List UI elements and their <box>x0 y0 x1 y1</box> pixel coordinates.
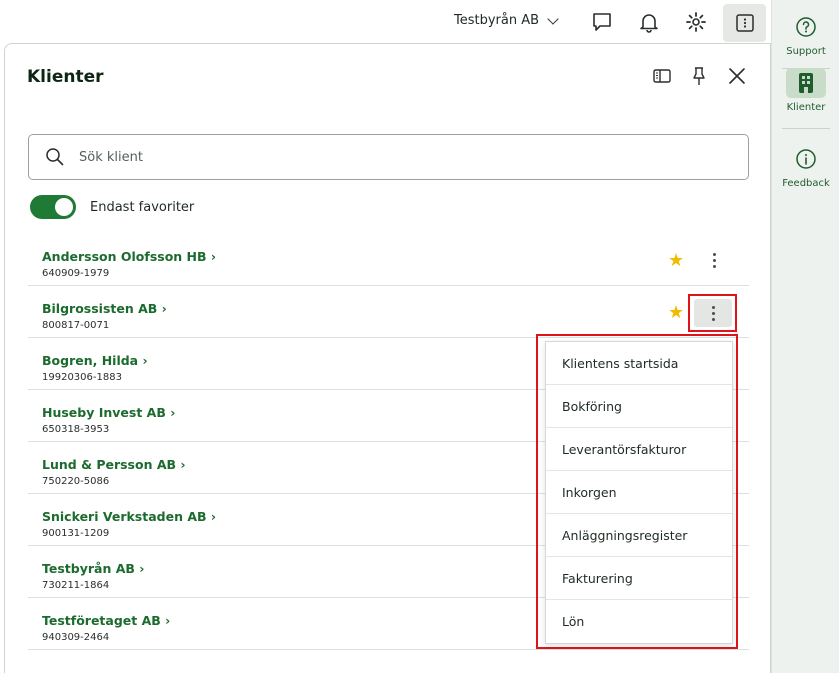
panel-title: Klienter <box>27 67 104 87</box>
menu-item-invoicing[interactable]: Fakturering <box>546 557 732 600</box>
chat-icon[interactable] <box>588 8 616 36</box>
menu-item-client-start[interactable]: Klientens startsida <box>546 342 732 385</box>
company-name: Testbyrån AB <box>454 13 540 28</box>
client-name[interactable]: Andersson Olofsson HB › <box>42 249 216 264</box>
menu-item-payroll[interactable]: Lön <box>546 600 732 643</box>
toggle-knob <box>55 198 73 216</box>
more-options-icon[interactable] <box>705 246 723 274</box>
bell-icon[interactable] <box>635 8 663 36</box>
pin-icon[interactable] <box>687 64 711 88</box>
client-context-menu: Klientens startsida Bokföring Leverantör… <box>545 341 733 644</box>
rail-item-support[interactable]: Support <box>772 12 839 57</box>
search-input[interactable] <box>79 149 679 165</box>
client-org-number: 900131-1209 <box>42 528 110 539</box>
highlight-outline <box>688 294 737 332</box>
client-org-number: 800817-0071 <box>42 320 110 331</box>
client-name[interactable]: Bogren, Hilda › <box>42 353 148 368</box>
rail-label-support: Support <box>786 46 826 57</box>
client-name[interactable]: Huseby Invest AB › <box>42 405 175 420</box>
rail-item-clients[interactable]: Klienter <box>772 68 839 113</box>
client-name[interactable]: Lund & Persson AB › <box>42 457 186 472</box>
search-field[interactable] <box>28 134 749 180</box>
client-org-number: 730211-1864 <box>42 580 110 591</box>
favorites-toggle-label: Endast favoriter <box>90 199 195 215</box>
vertical-dots-box-icon <box>735 14 754 32</box>
menu-item-asset-register[interactable]: Anläggningsregister <box>546 514 732 557</box>
rail-label-clients: Klienter <box>786 102 826 113</box>
star-icon[interactable]: ★ <box>668 304 684 322</box>
client-name[interactable]: Testföretaget AB › <box>42 613 170 628</box>
help-icon <box>786 12 826 42</box>
gear-icon[interactable] <box>682 8 710 36</box>
menu-item-supplier-invoices[interactable]: Leverantörsfakturor <box>546 428 732 471</box>
favorites-filter: Endast favoriter <box>30 195 194 219</box>
client-org-number: 19920306-1883 <box>42 372 122 383</box>
chevron-down-icon <box>547 12 559 25</box>
top-bar: Testbyrån AB <box>0 0 771 44</box>
favorites-toggle[interactable] <box>30 195 76 219</box>
info-icon <box>786 144 826 174</box>
star-icon[interactable]: ★ <box>668 252 684 270</box>
client-org-number: 750220-5086 <box>42 476 110 487</box>
building-icon <box>786 68 826 98</box>
client-name[interactable]: Snickeri Verkstaden AB › <box>42 509 216 524</box>
split-view-icon[interactable] <box>650 64 674 88</box>
rail-divider <box>782 128 830 129</box>
client-name[interactable]: Testbyrån AB › <box>42 561 144 576</box>
client-org-number: 650318-3953 <box>42 424 110 435</box>
client-row[interactable]: Bilgrossisten AB › 800817-0071 ★ <box>28 286 749 338</box>
close-icon[interactable] <box>725 64 749 88</box>
client-org-number: 640909-1979 <box>42 268 110 279</box>
rail-item-feedback[interactable]: Feedback <box>772 144 839 189</box>
right-rail: Support Klienter Feedback <box>771 0 839 673</box>
company-selector[interactable]: Testbyrån AB <box>454 12 559 28</box>
rail-label-feedback: Feedback <box>782 178 830 189</box>
client-name[interactable]: Bilgrossisten AB › <box>42 301 167 316</box>
client-org-number: 940309-2464 <box>42 632 110 643</box>
client-row[interactable]: Andersson Olofsson HB › 640909-1979 ★ <box>28 234 749 286</box>
menu-item-inbox[interactable]: Inkorgen <box>546 471 732 514</box>
search-icon <box>45 147 65 167</box>
menu-item-bookkeeping[interactable]: Bokföring <box>546 385 732 428</box>
panel-toggle-button[interactable] <box>723 4 766 42</box>
